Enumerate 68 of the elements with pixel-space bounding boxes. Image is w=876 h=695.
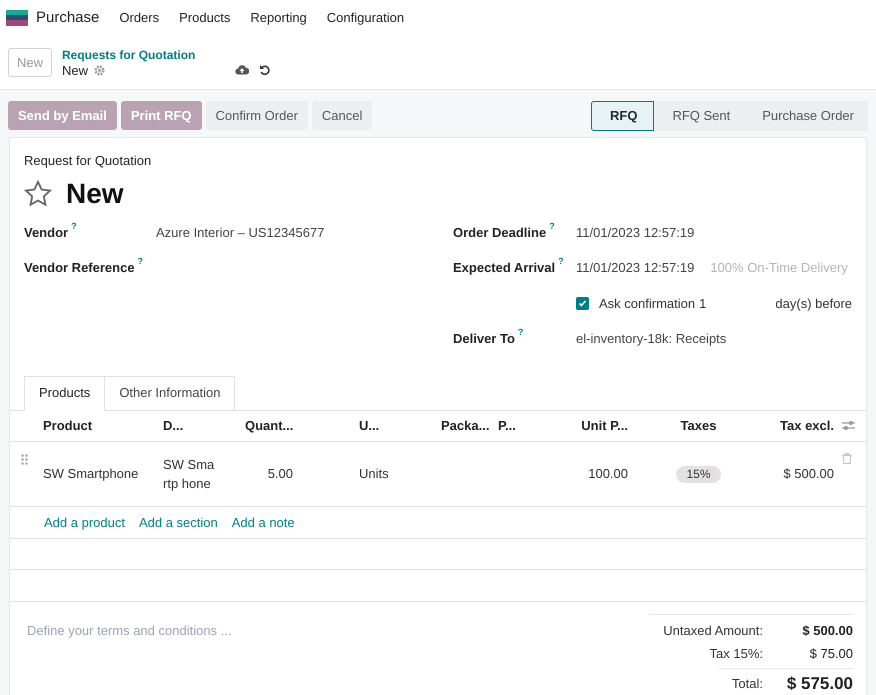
- column-header[interactable]: Tax excl.: [761, 416, 842, 436]
- cloud-upload-icon[interactable]: [235, 64, 250, 75]
- tab[interactable]: Products: [24, 376, 106, 411]
- total-label: Total:: [732, 674, 763, 693]
- trash-icon[interactable]: [842, 453, 852, 464]
- undo-icon[interactable]: [259, 64, 272, 76]
- total-label: Tax 15%:: [710, 645, 763, 664]
- status-stage[interactable]: Purchase Order: [744, 100, 868, 130]
- total-value: $ 575.00: [786, 672, 853, 695]
- help-mark[interactable]: ?: [138, 256, 144, 266]
- column-header[interactable]: P...: [490, 416, 541, 436]
- table-cell-text: $ 500.00: [782, 465, 835, 484]
- checkbox-label[interactable]: Ask confirmation: [599, 294, 696, 313]
- column-header[interactable]: Packa...: [433, 416, 490, 436]
- table-cell-text: SW Smartphone: [42, 465, 140, 484]
- action-button[interactable]: Cancel: [312, 101, 372, 130]
- tab[interactable]: Other Information: [105, 376, 236, 411]
- record-title: New: [66, 176, 124, 210]
- column-settings-icon[interactable]: [842, 420, 855, 432]
- days-field[interactable]: 1: [699, 294, 760, 313]
- column-header[interactable]: Product: [35, 416, 155, 436]
- star-icon[interactable]: [24, 180, 52, 207]
- field-value[interactable]: el-inventory-18k: Receipts: [576, 329, 726, 348]
- app-name[interactable]: Purchase: [36, 6, 100, 30]
- settings-icon[interactable]: [94, 65, 106, 76]
- field-label: Order Deadline: [453, 224, 546, 242]
- status-stage[interactable]: RFQ Sent: [654, 100, 744, 130]
- column-header[interactable]: Quant...: [237, 416, 351, 436]
- add-line-link[interactable]: Add a product: [44, 512, 125, 532]
- field-note: 100% On-Time Delivery: [710, 259, 848, 277]
- help-mark[interactable]: ?: [558, 256, 564, 266]
- field-value[interactable]: 11/01/2023 12:57:19: [576, 222, 694, 242]
- help-mark[interactable]: ?: [549, 220, 555, 230]
- field-label: Vendor Reference: [24, 259, 135, 277]
- menu-item[interactable]: Products: [179, 8, 230, 28]
- days-suffix: day(s) before: [775, 294, 852, 313]
- field-label: Vendor: [24, 224, 68, 242]
- drag-handle-icon[interactable]: [21, 454, 28, 466]
- field-value[interactable]: Azure Interior – US12345677: [156, 222, 324, 242]
- add-line-link[interactable]: Add a note: [232, 512, 295, 532]
- total-value: $ 500.00: [801, 622, 853, 640]
- menu-item[interactable]: Reporting: [250, 8, 307, 28]
- tax-tag: 15%: [676, 466, 721, 483]
- app-logo-icon[interactable]: [6, 10, 28, 26]
- column-header[interactable]: D...: [155, 416, 237, 436]
- field-value[interactable]: 11/01/2023 12:57:19: [576, 258, 694, 278]
- action-button[interactable]: Confirm Order: [206, 101, 308, 130]
- help-mark[interactable]: ?: [518, 327, 524, 337]
- column-header[interactable]: Unit P...: [541, 416, 636, 436]
- add-line-link[interactable]: Add a section: [138, 512, 218, 532]
- checkbox[interactable]: [576, 296, 589, 310]
- column-header[interactable]: U...: [351, 416, 433, 436]
- record-name: New: [62, 62, 88, 78]
- table-cell-text: 100.00: [587, 465, 629, 484]
- total-value: $ 75.00: [808, 645, 853, 664]
- field-label: Deliver To: [453, 330, 515, 348]
- help-mark[interactable]: ?: [71, 220, 77, 230]
- table-cell-text: 5.00: [266, 465, 294, 484]
- field-label: Expected Arrival: [453, 259, 556, 277]
- menu-item[interactable]: Orders: [119, 8, 160, 28]
- column-header[interactable]: Taxes: [636, 416, 761, 436]
- table-cell-text: Units: [358, 465, 390, 484]
- menu-item[interactable]: Configuration: [326, 8, 404, 28]
- status-stage[interactable]: RFQ: [590, 100, 654, 130]
- table-cell-text: SW Smartp hone: [162, 456, 216, 494]
- form-subtitle: Request for Quotation: [24, 152, 152, 170]
- total-label: Untaxed Amount:: [663, 622, 763, 640]
- breadcrumb-link[interactable]: Requests for Quotation: [62, 46, 196, 62]
